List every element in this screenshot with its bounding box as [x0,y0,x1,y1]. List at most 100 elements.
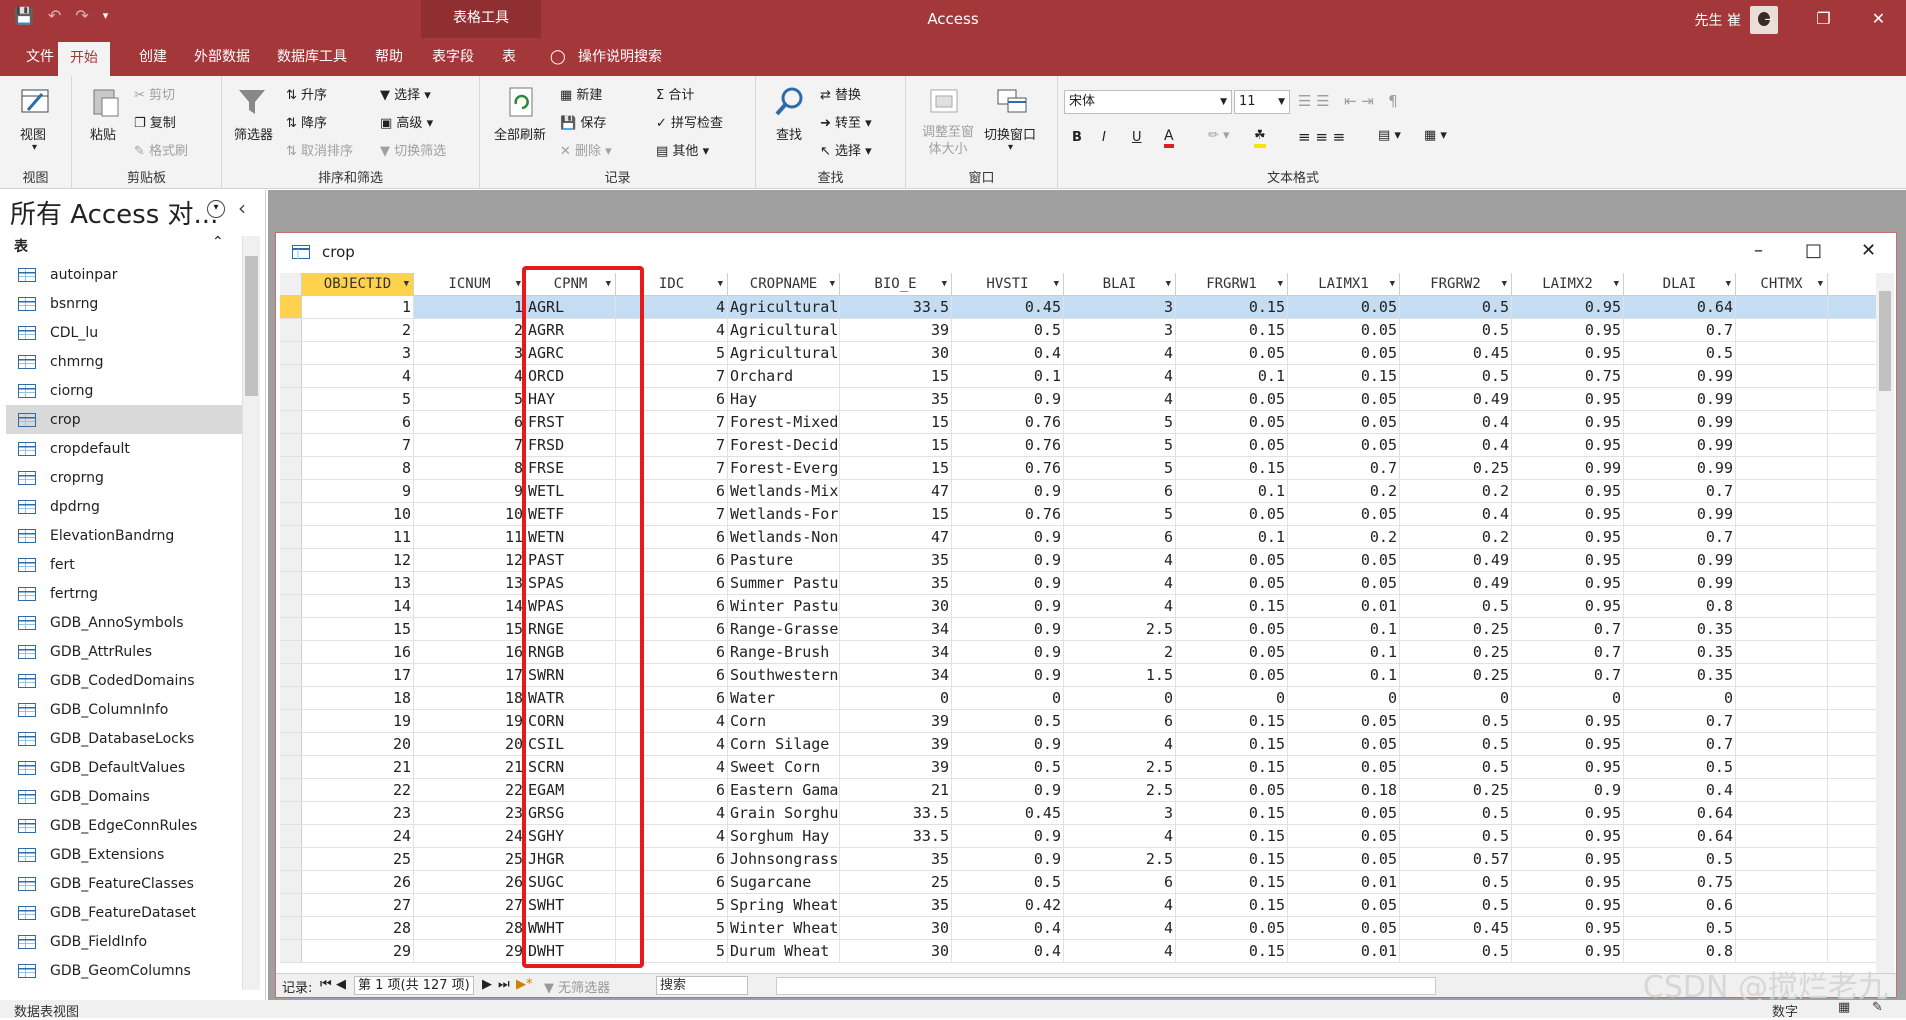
font-size-select[interactable]: 11 ▼ [1234,90,1290,114]
column-header-dlai[interactable]: DLAI ▼ [1624,273,1736,296]
cell-bio-e[interactable]: 34 [840,664,952,686]
cell-cropname[interactable]: Range-Grasse [728,618,840,640]
cell-cropname[interactable]: Southwestern [728,664,840,686]
record-selector[interactable] [280,618,302,640]
cell-objectid[interactable]: 4 [302,365,414,387]
nav-pane-title[interactable]: 所有 Access 对... [10,194,218,231]
cell-frgrw1[interactable]: 0.1 [1176,526,1288,548]
cell-blai[interactable]: 4 [1064,917,1176,939]
cell-objectid[interactable]: 28 [302,917,414,939]
cell-idc[interactable]: 4 [616,733,728,755]
cell-frgrw1[interactable]: 0.05 [1176,917,1288,939]
filter-button[interactable]: 筛选器 [234,124,273,143]
cell-icnum[interactable]: 29 [414,940,526,962]
cell-blai[interactable]: 4 [1064,894,1176,916]
cell-icnum[interactable]: 16 [414,641,526,663]
last-record-icon[interactable]: ⏭ [498,977,510,992]
column-header-hvsti[interactable]: HVSTI ▼ [952,273,1064,296]
cell-cropname[interactable]: Eastern Gama [728,779,840,801]
cell-chtmx[interactable] [1736,457,1828,479]
record-selector[interactable] [280,434,302,456]
nav-item-gdb-attrrules[interactable]: GDB_AttrRules [6,637,242,666]
cell-icnum[interactable]: 8 [414,457,526,479]
delete-record-button[interactable]: ✕ 删除 ▾ [560,140,612,159]
cell-chtmx[interactable] [1736,710,1828,732]
switch-windows-button[interactable]: 切换窗口 [984,124,1036,143]
column-dropdown-icon[interactable]: ▼ [1614,273,1619,295]
record-selector[interactable] [280,779,302,801]
cell-frgrw2[interactable]: 0.4 [1400,503,1512,525]
cell-laimx1[interactable]: 0.05 [1288,319,1400,341]
record-selector[interactable] [280,549,302,571]
save-icon[interactable]: 💾 [14,6,34,25]
cell-blai[interactable]: 6 [1064,526,1176,548]
cell-bio-e[interactable]: 39 [840,756,952,778]
cell-cropname[interactable]: Range-Brush [728,641,840,663]
cell-frgrw1[interactable]: 0.05 [1176,664,1288,686]
nav-item-gdb-extensions[interactable]: GDB_Extensions [6,840,242,869]
cell-cpnm[interactable]: WETL [526,480,616,502]
nav-item-ciorng[interactable]: ciorng [6,376,242,405]
next-record-icon[interactable]: ▶ [482,977,492,992]
cell-laimx2[interactable]: 0.95 [1512,894,1624,916]
cell-cpnm[interactable]: ORCD [526,365,616,387]
cell-hvsti[interactable]: 0.5 [952,319,1064,341]
chevron-up-icon[interactable]: ⌃ [212,234,224,250]
column-dropdown-icon[interactable]: ▼ [830,273,835,295]
cell-blai[interactable]: 6 [1064,710,1176,732]
column-dropdown-icon[interactable]: ▼ [1166,273,1171,295]
column-dropdown-icon[interactable]: ▼ [1054,273,1059,295]
cell-hvsti[interactable]: 0.9 [952,779,1064,801]
cell-hvsti[interactable]: 0.4 [952,917,1064,939]
cell-icnum[interactable]: 14 [414,595,526,617]
cell-icnum[interactable]: 25 [414,848,526,870]
record-selector[interactable] [280,733,302,755]
refresh-all-icon[interactable] [506,86,538,118]
cell-dlai[interactable]: 0.75 [1624,871,1736,893]
doc-minimize-button[interactable]: – [1731,233,1786,271]
cell-cropname[interactable]: Winter Pastu [728,595,840,617]
cell-icnum[interactable]: 13 [414,572,526,594]
column-dropdown-icon[interactable]: ▼ [404,273,409,295]
nav-item-fert[interactable]: fert [6,550,242,579]
view-dropdown-icon[interactable]: ▾ [32,142,37,153]
size-to-fit-button[interactable]: 调整至窗体大小 [920,124,976,158]
cell-chtmx[interactable] [1736,411,1828,433]
cell-blai[interactable]: 4 [1064,595,1176,617]
cell-laimx2[interactable]: 0.7 [1512,618,1624,640]
replace-button[interactable]: ⇄ 替换 [820,84,861,103]
column-dropdown-icon[interactable]: ▼ [1726,273,1731,295]
column-header-blai[interactable]: BLAI ▼ [1064,273,1176,296]
cell-icnum[interactable]: 3 [414,342,526,364]
cell-laimx1[interactable]: 0 [1288,687,1400,709]
cell-frgrw2[interactable]: 0.25 [1400,618,1512,640]
cell-idc[interactable]: 5 [616,342,728,364]
tab-table[interactable]: 表 [498,38,520,76]
cell-frgrw2[interactable]: 0.5 [1400,595,1512,617]
cell-idc[interactable]: 4 [616,756,728,778]
cell-frgrw2[interactable]: 0.5 [1400,802,1512,824]
cell-chtmx[interactable] [1736,549,1828,571]
minimize-button[interactable]: – [1741,0,1796,38]
record-selector[interactable] [280,894,302,916]
cell-cpnm[interactable]: RNGB [526,641,616,663]
cell-frgrw1[interactable]: 0.15 [1176,457,1288,479]
cell-frgrw2[interactable]: 0.25 [1400,457,1512,479]
cell-laimx2[interactable]: 0.95 [1512,549,1624,571]
cell-bio-e[interactable]: 39 [840,319,952,341]
cell-frgrw1[interactable]: 0.05 [1176,779,1288,801]
record-selector[interactable] [280,572,302,594]
cell-frgrw1[interactable]: 0.05 [1176,641,1288,663]
cell-laimx1[interactable]: 0.05 [1288,503,1400,525]
cell-cropname[interactable]: Wetlands-Mix [728,480,840,502]
cell-laimx1[interactable]: 0.05 [1288,434,1400,456]
cell-hvsti[interactable]: 0.9 [952,733,1064,755]
new-blank-record-icon[interactable]: ▶* [516,977,533,992]
cell-blai[interactable]: 5 [1064,411,1176,433]
cell-chtmx[interactable] [1736,503,1828,525]
cell-frgrw1[interactable]: 0.1 [1176,365,1288,387]
nav-item-fertrng[interactable]: fertrng [6,579,242,608]
cell-laimx2[interactable]: 0.75 [1512,365,1624,387]
cell-frgrw2[interactable]: 0.5 [1400,733,1512,755]
cell-bio-e[interactable]: 39 [840,733,952,755]
